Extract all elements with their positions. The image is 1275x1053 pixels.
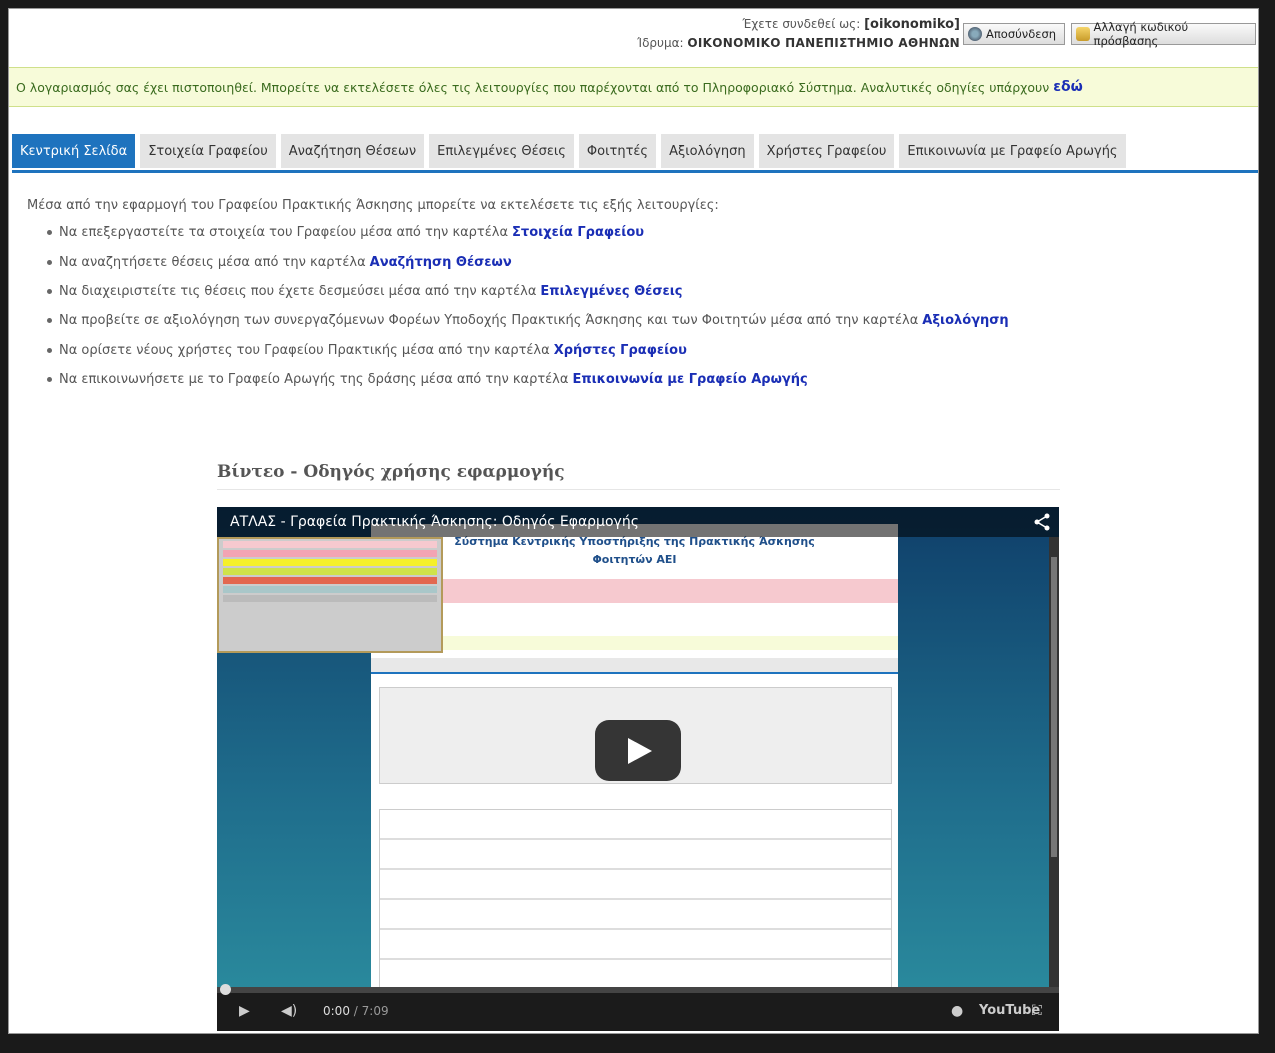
list-item: Να αναζητήσετε θέσεις μέσα από την καρτέ… bbox=[47, 247, 1009, 276]
link-selected-positions[interactable]: Επιλεγμένες Θέσεις bbox=[540, 284, 682, 299]
intro-text: Μέσα από την εφαρμογή του Γραφείου Πρακτ… bbox=[27, 198, 719, 213]
list-item-text: Να διαχειριστείτε τις θέσεις που έχετε δ… bbox=[59, 283, 537, 299]
verification-notice: Ο λογαριασμός σας έχει πιστοποιηθεί. Μπο… bbox=[9, 67, 1258, 107]
divider bbox=[217, 489, 1060, 490]
change-password-label: Αλλαγή κωδικού πρόσβασης bbox=[1093, 20, 1189, 48]
bullet-icon bbox=[47, 288, 52, 294]
link-helpdesk-contact[interactable]: Επικοινωνία με Γραφείο Αρωγής bbox=[572, 372, 807, 387]
institution-label: Ίδρυμα: bbox=[637, 36, 684, 50]
tab-home[interactable]: Κεντρική Σελίδα bbox=[12, 134, 136, 168]
bullet-icon bbox=[47, 318, 52, 324]
fullscreen-icon[interactable]: ⛶ bbox=[1032, 1003, 1042, 1019]
list-item: Να προβείτε σε αξιολόγηση των συνεργαζόμ… bbox=[47, 306, 1009, 335]
globe-icon bbox=[968, 27, 982, 41]
list-item-text: Να προβείτε σε αξιολόγηση των συνεργαζόμ… bbox=[59, 313, 919, 329]
video-overlay-legend bbox=[217, 537, 443, 653]
current-time: 0:00 bbox=[323, 1004, 350, 1018]
video-title: ΑΤΛΑΣ - Γραφεία Πρακτικής Άσκησης: Οδηγό… bbox=[230, 514, 639, 530]
duration: / 7:09 bbox=[353, 1004, 389, 1018]
inner-title-line-2: Φοιτητών ΑΕΙ bbox=[592, 553, 677, 566]
video-section-title: Βίντεο - Οδηγός χρήσης εφαρμογής bbox=[217, 462, 565, 482]
video-scrollbar bbox=[1049, 537, 1059, 997]
play-icon[interactable]: ▶ bbox=[239, 1003, 250, 1019]
link-office-details[interactable]: Στοιχεία Γραφείου bbox=[512, 225, 644, 240]
inner-tabs bbox=[371, 658, 898, 674]
folder-key-icon bbox=[1076, 27, 1090, 41]
progress-knob[interactable] bbox=[220, 984, 231, 995]
list-item: Να επεξεργαστείτε τα στοιχεία του Γραφεί… bbox=[47, 218, 1009, 247]
video-time: 0:00 / 7:09 bbox=[323, 1004, 389, 1018]
bullet-icon bbox=[47, 377, 52, 383]
header: Έχετε συνδεθεί ως: [oikonomiko] Ίδρυμα: … bbox=[9, 9, 1258, 65]
bullet-icon bbox=[47, 347, 52, 353]
logged-in-label: Έχετε συνδεθεί ως: bbox=[742, 17, 861, 31]
settings-icon[interactable]: ● bbox=[951, 1003, 963, 1019]
list-item-text: Να επεξεργαστείτε τα στοιχεία του Γραφεί… bbox=[59, 225, 509, 241]
inner-results-table bbox=[379, 809, 892, 992]
play-button[interactable] bbox=[595, 720, 681, 781]
video-progress-bar[interactable] bbox=[217, 984, 1059, 995]
inner-alert bbox=[371, 579, 898, 603]
logout-label: Αποσύνδεση bbox=[986, 27, 1057, 41]
tab-position-search[interactable]: Αναζήτηση Θέσεων bbox=[280, 134, 425, 168]
tab-office-details[interactable]: Στοιχεία Γραφείου bbox=[140, 134, 276, 168]
video-title-bar: ΑΤΛΑΣ - Γραφεία Πρακτικής Άσκησης: Οδηγό… bbox=[217, 507, 1059, 537]
video-controls: ▶ ◀) 0:00 / 7:09 ● YouTube ⛶ bbox=[217, 984, 1059, 1031]
link-office-users[interactable]: Χρήστες Γραφείου bbox=[554, 343, 687, 358]
tab-evaluation[interactable]: Αξιολόγηση bbox=[661, 134, 754, 168]
notice-link[interactable]: εδώ bbox=[1053, 79, 1083, 95]
main-tabs: Κεντρική Σελίδα Στοιχεία Γραφείου Αναζήτ… bbox=[12, 134, 1258, 173]
list-item-text: Να ορίσετε νέους χρήστες του Γραφείου Πρ… bbox=[59, 342, 550, 358]
tab-office-users[interactable]: Χρήστες Γραφείου bbox=[758, 134, 895, 168]
tab-selected-positions[interactable]: Επιλεγμένες Θέσεις bbox=[429, 134, 574, 168]
logout-button[interactable]: Αποσύνδεση bbox=[963, 23, 1065, 45]
inner-notice bbox=[371, 636, 898, 650]
username: [oikonomiko] bbox=[864, 17, 960, 32]
list-item-text: Να αναζητήσετε θέσεις μέσα από την καρτέ… bbox=[59, 254, 366, 270]
institution-name: ΟΙΚΟΝΟΜΙΚΟ ΠΑΝΕΠΙΣΤΗΜΙΟ ΑΘΗΝΩΝ bbox=[687, 36, 960, 50]
list-item-text: Να επικοινωνήσετε με το Γραφείο Αρωγής τ… bbox=[59, 372, 569, 388]
list-item: Να επικοινωνήσετε με το Γραφείο Αρωγής τ… bbox=[47, 365, 1009, 394]
link-evaluation[interactable]: Αξιολόγηση bbox=[922, 313, 1008, 328]
change-password-button[interactable]: Αλλαγή κωδικού πρόσβασης bbox=[1071, 20, 1256, 48]
list-item: Να διαχειριστείτε τις θέσεις που έχετε δ… bbox=[47, 277, 1009, 306]
login-info: Έχετε συνδεθεί ως: [oikonomiko] Ίδρυμα: … bbox=[637, 15, 960, 53]
notice-text: Ο λογαριασμός σας έχει πιστοποιηθεί. Μπο… bbox=[16, 79, 1050, 95]
bullet-icon bbox=[47, 259, 52, 265]
volume-icon[interactable]: ◀) bbox=[281, 1003, 297, 1019]
video-player[interactable]: Σύστημα Κεντρικής Υποστήριξης της Πρακτι… bbox=[217, 507, 1059, 1031]
browser-frame: Έχετε συνδεθεί ως: [oikonomiko] Ίδρυμα: … bbox=[8, 8, 1259, 1034]
tab-helpdesk-contact[interactable]: Επικοινωνία με Γραφείο Αρωγής bbox=[899, 134, 1126, 168]
list-item: Να ορίσετε νέους χρήστες του Γραφείου Πρ… bbox=[47, 336, 1009, 365]
tab-students[interactable]: Φοιτητές bbox=[578, 134, 657, 168]
features-list: Να επεξεργαστείτε τα στοιχεία του Γραφεί… bbox=[47, 218, 1009, 394]
bullet-icon bbox=[47, 230, 52, 236]
share-icon[interactable] bbox=[1033, 513, 1051, 531]
link-position-search[interactable]: Αναζήτηση Θέσεων bbox=[370, 255, 512, 270]
